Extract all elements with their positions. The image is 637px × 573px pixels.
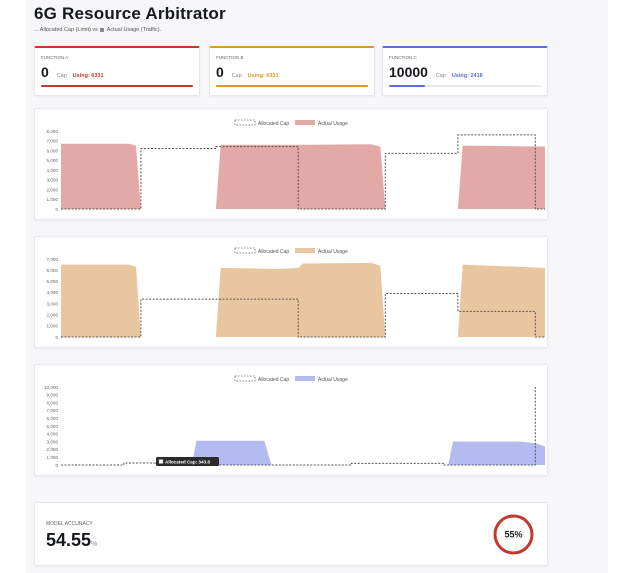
model-accuracy-value: 54.55 [46, 530, 92, 550]
y-tick-label: 9,000 [47, 393, 59, 398]
subtitle-suffix: Actual Usage (Traffic). [106, 27, 162, 33]
model-accuracy-value-row: 54.55% [46, 530, 97, 551]
chart-tooltip: Allocated Cap: 343.8 [156, 457, 219, 466]
usage-area [61, 143, 545, 209]
y-tick-label: 3,000 [47, 301, 59, 306]
usage-area [61, 440, 545, 465]
function-b-cap-label: Cap [231, 73, 242, 79]
function-a-value: 0 [41, 64, 49, 80]
y-tick-label: 4,000 [47, 432, 59, 437]
y-tick-label: 1,000 [47, 197, 59, 202]
legend-usage-label: Actual Usage [318, 377, 348, 383]
function-c-cap-value: 10000 Cap Using: 2418 [389, 64, 483, 80]
function-c-chart-card: Allocated Cap Actual Usage 0 1,000 2,000 3,00… [34, 364, 548, 476]
function-b-usage-fill [216, 85, 368, 87]
tooltip-text: Allocated Cap: 343.8 [165, 460, 210, 465]
function-b-card: FUNCTION B 0 Cap Using: 6331 [209, 46, 375, 96]
function-a-usage-bar [41, 85, 193, 87]
function-c-usage-bar [389, 85, 541, 87]
legend-usage-swatch [295, 120, 315, 125]
y-tick-label: 2,000 [47, 313, 59, 318]
function-c-cap-label: Cap [435, 73, 446, 79]
legend-cap-label: Allocated Cap [258, 121, 289, 127]
function-a-chart: Allocated Cap Actual Usage 0 1,000 2,000 3,00… [47, 119, 545, 212]
page-subtitle: ... Allocated Cap (Limit) vs Actual Usag… [34, 27, 161, 33]
y-tick-label: 3,000 [47, 178, 59, 183]
legend-cap-swatch [234, 119, 256, 126]
y-tick-label: 10,000 [44, 385, 58, 390]
function-c-usage-fill [389, 85, 426, 87]
legend-cap-label: Allocated Cap [258, 249, 289, 255]
function-b-label: FUNCTION B [216, 55, 244, 60]
model-accuracy-label: MODEL ACCURACY [46, 521, 93, 527]
y-tick-label: 0 [55, 207, 58, 212]
function-b-cap-value: 0 Cap Using: 6331 [216, 64, 279, 80]
function-c-value: 10000 [389, 64, 428, 80]
legend-cap-swatch [234, 375, 256, 382]
y-tick-label: 7,000 [47, 257, 59, 262]
y-tick-label: 6,000 [47, 148, 59, 153]
function-a-chart-card: Allocated Cap Actual Usage 0 1,000 2,000 3,00… [34, 108, 548, 220]
y-tick-label: 8,000 [47, 400, 59, 405]
y-tick-label: 6,000 [47, 268, 59, 273]
legend-cap-label: Allocated Cap [258, 377, 289, 383]
y-tick-label: 5,000 [47, 279, 59, 284]
accuracy-gauge: 55% [493, 514, 534, 555]
legend-usage-swatch [295, 376, 315, 381]
y-tick-label: 2,000 [47, 447, 59, 452]
y-tick-label: 0 [55, 463, 58, 468]
y-tick-label: 4,000 [47, 168, 59, 173]
legend-usage-label: Actual Usage [318, 121, 348, 127]
y-tick-label: 1,000 [47, 455, 59, 460]
usage-area [61, 262, 545, 337]
model-accuracy-card: MODEL ACCURACY 54.55% 55% [34, 502, 548, 566]
function-c-chart: Allocated Cap Actual Usage 0 1,000 2,000 3,00… [44, 375, 545, 468]
function-c-card: FUNCTION C 10000 Cap Using: 2418 [382, 46, 548, 96]
function-a-card: FUNCTION A 0 Cap Using: 6331 [34, 46, 200, 96]
function-c-using: Using: 2418 [451, 73, 483, 79]
function-a-cap-value: 0 Cap Using: 6331 [41, 64, 104, 80]
y-tick-label: 5,000 [47, 158, 59, 163]
function-b-value: 0 [216, 64, 224, 80]
chart-legend: Allocated Cap Actual Usage [234, 247, 348, 255]
function-b-using: Using: 6331 [247, 73, 279, 79]
legend-usage-label: Actual Usage [318, 249, 348, 255]
legend-usage-swatch [295, 248, 315, 253]
legend-cap-swatch [234, 247, 256, 254]
function-b-chart-card: Allocated Cap Actual Usage 0 1,000 2,000 3,00… [34, 236, 548, 348]
chart-legend: Allocated Cap Actual Usage [234, 375, 348, 383]
y-tick-label: 4,000 [47, 290, 59, 295]
y-tick-label: 8,000 [47, 129, 59, 134]
model-accuracy-unit: % [91, 541, 98, 548]
usage-swatch-icon [100, 27, 105, 32]
function-a-label: FUNCTION A [41, 55, 69, 60]
function-b-usage-bar [216, 85, 368, 87]
accuracy-gauge-text: 55% [504, 530, 522, 540]
function-a-usage-fill [41, 85, 193, 87]
y-tick-label: 2,000 [47, 187, 59, 192]
function-a-cap-label: Cap [56, 73, 67, 79]
y-tick-label: 7,000 [47, 139, 59, 144]
page-title: 6G Resource Arbitrator [34, 4, 226, 23]
tooltip-swatch-icon [158, 459, 164, 464]
y-tick-label: 3,000 [47, 439, 59, 444]
y-tick-label: 0 [55, 335, 58, 340]
chart-legend: Allocated Cap Actual Usage [234, 119, 348, 127]
function-b-chart: Allocated Cap Actual Usage 0 1,000 2,000 3,00… [47, 247, 545, 340]
y-tick-label: 6,000 [47, 416, 59, 421]
function-a-using: Using: 6331 [72, 73, 104, 79]
function-c-label: FUNCTION C [389, 55, 417, 60]
y-tick-label: 5,000 [47, 424, 59, 429]
y-tick-label: 1,000 [47, 324, 59, 329]
y-tick-label: 7,000 [47, 408, 59, 413]
subtitle-prefix: ... Allocated Cap (Limit) vs [34, 27, 98, 33]
